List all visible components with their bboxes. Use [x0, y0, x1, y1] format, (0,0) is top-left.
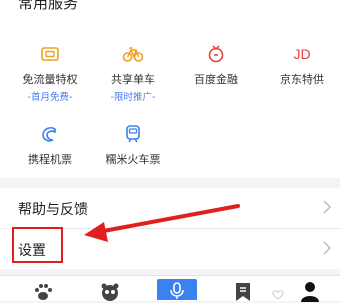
voice-search-button[interactable]	[157, 279, 197, 300]
profile-icon[interactable]	[299, 280, 321, 302]
microphone-icon	[170, 282, 184, 299]
heart-icon	[272, 290, 284, 300]
annotation-arrow	[84, 204, 240, 242]
